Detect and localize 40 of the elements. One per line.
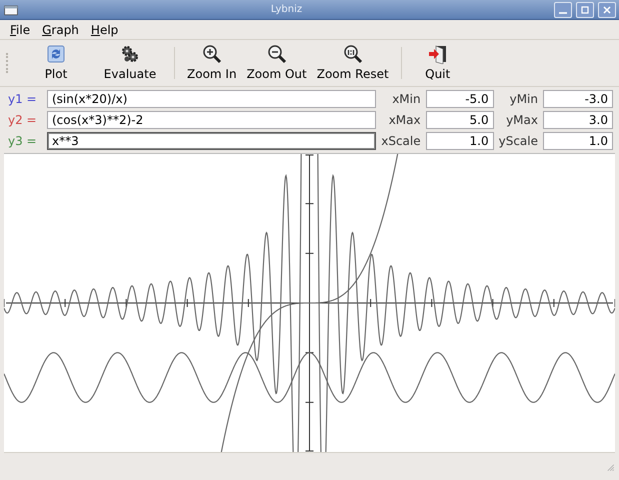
function-label: y3 = [8,134,38,148]
close-button[interactable] [598,2,616,18]
zoom-out-icon [266,44,287,64]
close-icon [601,4,613,16]
range-label: xScale [381,134,421,148]
range-input[interactable]: -5.0 [426,90,494,108]
maximize-button[interactable] [576,2,594,18]
function-label: y2 = [8,113,38,127]
toolbar-button[interactable]: Zoom Reset [312,41,393,85]
range-input[interactable]: -3.0 [543,90,613,108]
range-input[interactable]: 3.0 [543,111,613,129]
range-label: yMin [508,92,538,106]
toolbar-button[interactable]: Quit [410,41,466,85]
range-label: xMin [391,92,421,106]
toolbar-button[interactable]: Zoom Out [242,41,311,85]
function-input[interactable]: x**3 [47,132,376,150]
function-input[interactable]: (sin(x*20)/x) [47,90,376,108]
maximize-icon [579,4,591,16]
menu-item[interactable]: File [4,22,36,36]
toolbar-button[interactable]: Plot [20,41,92,85]
function-input[interactable]: (cos(x*3)**2)-2 [47,111,376,129]
toolbar-button[interactable]: Evaluate [94,41,166,85]
zoom-reset-icon [342,44,363,64]
range-input[interactable]: 1.0 [426,132,494,150]
minimize-icon [559,12,567,14]
menu-item[interactable]: Help [84,22,124,36]
range-label: xMax [388,113,421,127]
window-title: Lybniz [270,4,304,15]
minimize-button[interactable] [554,2,572,18]
gears-icon [120,44,140,64]
range-label: yMax [505,113,538,127]
function-label: y1 = [8,92,38,106]
range-input[interactable]: 1.0 [543,132,613,150]
refresh-icon [46,44,66,64]
zoom-in-icon [202,44,222,64]
exit-door-icon [428,44,448,64]
range-label: yScale [498,134,538,148]
toolbar-button[interactable]: Zoom In [183,41,241,85]
range-input[interactable]: 5.0 [426,111,494,129]
menu-item[interactable]: Graph [36,22,85,36]
